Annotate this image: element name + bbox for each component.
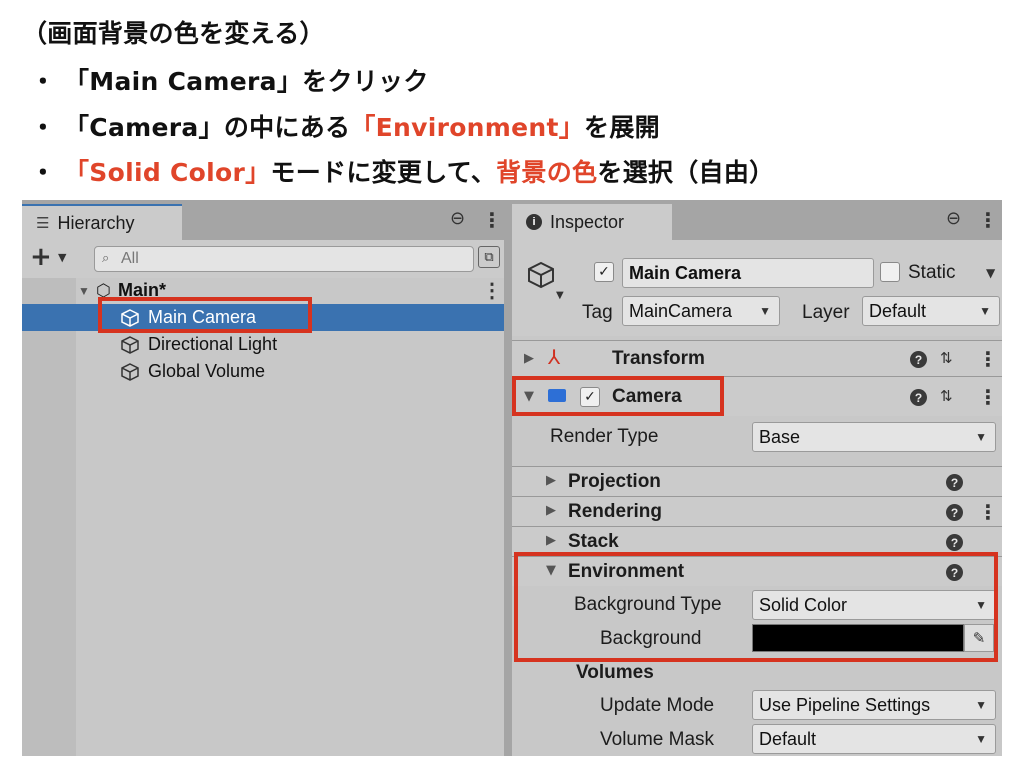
expand-triangle-icon[interactable]: ▶: [546, 473, 556, 488]
instructions: （画面背景の色を変える） ・「Main Camera」をクリック ・「Camer…: [0, 0, 1024, 200]
layer-value: Default: [869, 300, 927, 321]
unity-editor: ☰ Hierarchy ⊖ ⋮ + ▼ ⌕ All ⧉ ▼ ⬡ Main* ⋮: [22, 200, 1002, 756]
active-checkbox[interactable]: ✓: [594, 262, 614, 282]
transform-icon: ⅄: [548, 345, 561, 369]
scene-visibility-icon[interactable]: ⧉: [478, 246, 500, 268]
layer-dropdown[interactable]: Default: [862, 296, 1000, 326]
tab-inspector[interactable]: i Inspector: [512, 204, 672, 240]
tab-hierarchy[interactable]: ☰ Hierarchy: [22, 204, 182, 240]
highlight-camera-component: [512, 376, 724, 416]
highlight-main-camera: [98, 297, 312, 333]
hierarchy-tabbar: ☰ Hierarchy ⊖ ⋮: [22, 200, 504, 240]
help-icon[interactable]: ?: [946, 534, 963, 551]
panel-divider[interactable]: [504, 200, 512, 756]
preset-icon[interactable]: ⇅: [940, 349, 953, 367]
tag-value: MainCamera: [629, 300, 733, 321]
projection-label: Projection: [568, 471, 661, 492]
hierarchy-search-input[interactable]: ⌕ All: [94, 246, 474, 272]
instruction-step-1: ・「Main Camera」をクリック: [30, 67, 429, 96]
tab-hierarchy-label: Hierarchy: [57, 212, 135, 233]
tag-dropdown[interactable]: MainCamera: [622, 296, 780, 326]
lock-icon[interactable]: ⊖: [946, 208, 961, 229]
object-name-value: Main Camera: [629, 262, 742, 283]
instruction-title: （画面背景の色を変える）: [22, 19, 325, 48]
gameobject-cube-icon: [120, 362, 140, 382]
info-icon: i: [526, 214, 542, 230]
search-placeholder: All: [121, 250, 139, 267]
stack-label: Stack: [568, 531, 619, 552]
hierarchy-panel: ☰ Hierarchy ⊖ ⋮ + ▼ ⌕ All ⧉ ▼ ⬡ Main* ⋮: [22, 200, 504, 756]
volumes-heading: Volumes: [576, 662, 654, 683]
update-mode-value: Use Pipeline Settings: [759, 694, 931, 715]
expand-triangle-icon[interactable]: ▶: [524, 351, 534, 366]
tag-label: Tag: [582, 302, 613, 323]
transform-component-header[interactable]: ▶ ⅄ Transform ? ⇅ ⋮: [512, 340, 1002, 376]
expand-triangle-icon[interactable]: ▶: [546, 533, 556, 548]
hierarchy-item-global-volume[interactable]: Global Volume: [22, 358, 504, 385]
add-dropdown-icon[interactable]: ▼: [58, 251, 66, 264]
static-dropdown-icon[interactable]: ▼: [986, 266, 995, 280]
inspector-tabbar: i Inspector ⊖ ⋮: [512, 200, 1002, 240]
hierarchy-item-label: Global Volume: [148, 361, 266, 381]
projection-foldout[interactable]: ▶ Projection ?: [512, 466, 1002, 496]
hierarchy-toolbar: + ▼ ⌕ All ⧉: [22, 240, 504, 278]
help-icon[interactable]: ?: [910, 389, 927, 406]
volume-mask-dropdown[interactable]: Default: [752, 724, 996, 754]
rendering-label: Rendering: [568, 501, 662, 522]
gameobject-cube-icon: [526, 260, 556, 294]
render-type-value: Base: [759, 426, 801, 447]
render-type-label: Render Type: [550, 426, 659, 447]
inspector-panel: i Inspector ⊖ ⋮ ▼ ✓ Main Camera Static ▼…: [512, 200, 1002, 756]
static-label: Static: [908, 262, 956, 283]
object-header: ▼ ✓ Main Camera Static ▼ Tag MainCamera …: [512, 240, 1002, 336]
instruction-step-2: ・「Camera」の中にある「Environment」を展開: [30, 113, 660, 142]
icon-dropdown-icon[interactable]: ▼: [556, 290, 564, 301]
hierarchy-item-label: Directional Light: [148, 334, 278, 354]
list-icon: ☰: [36, 215, 50, 232]
highlight-environment: [514, 552, 998, 662]
hierarchy-item-directional-light[interactable]: Directional Light: [22, 331, 504, 358]
transform-title: Transform: [612, 348, 705, 369]
render-type-dropdown[interactable]: Base: [752, 422, 996, 452]
help-icon[interactable]: ?: [946, 474, 963, 491]
component-menu-icon[interactable]: ⋮: [978, 387, 998, 407]
preset-icon[interactable]: ⇅: [940, 387, 953, 405]
layer-label: Layer: [802, 302, 850, 323]
expand-triangle-icon[interactable]: ▶: [546, 503, 556, 518]
gameobject-cube-icon: [120, 335, 140, 355]
update-mode-dropdown[interactable]: Use Pipeline Settings: [752, 690, 996, 720]
update-mode-label: Update Mode: [600, 695, 715, 716]
rendering-foldout[interactable]: ▶ Rendering ? ⋮: [512, 496, 1002, 526]
component-menu-icon[interactable]: ⋮: [978, 349, 998, 369]
add-icon[interactable]: +: [30, 242, 52, 272]
volume-mask-label: Volume Mask: [600, 729, 715, 750]
hierarchy-menu-icon[interactable]: ⋮: [482, 210, 502, 230]
instruction-step-3: ・「Solid Color」モードに変更して、背景の色を選択（自由）: [30, 158, 775, 187]
lock-icon[interactable]: ⊖: [450, 208, 465, 229]
object-name-field[interactable]: Main Camera: [622, 258, 874, 288]
volume-mask-value: Default: [759, 728, 817, 749]
tab-inspector-label: Inspector: [550, 211, 625, 232]
help-icon[interactable]: ?: [910, 351, 927, 368]
static-checkbox[interactable]: [880, 262, 900, 282]
expand-triangle-icon[interactable]: ▼: [78, 284, 90, 298]
inspector-menu-icon[interactable]: ⋮: [978, 210, 998, 230]
help-icon[interactable]: ?: [946, 504, 963, 521]
search-icon: ⌕: [102, 250, 110, 265]
scene-menu-icon[interactable]: ⋮: [482, 281, 502, 301]
rendering-menu-icon[interactable]: ⋮: [978, 502, 998, 522]
